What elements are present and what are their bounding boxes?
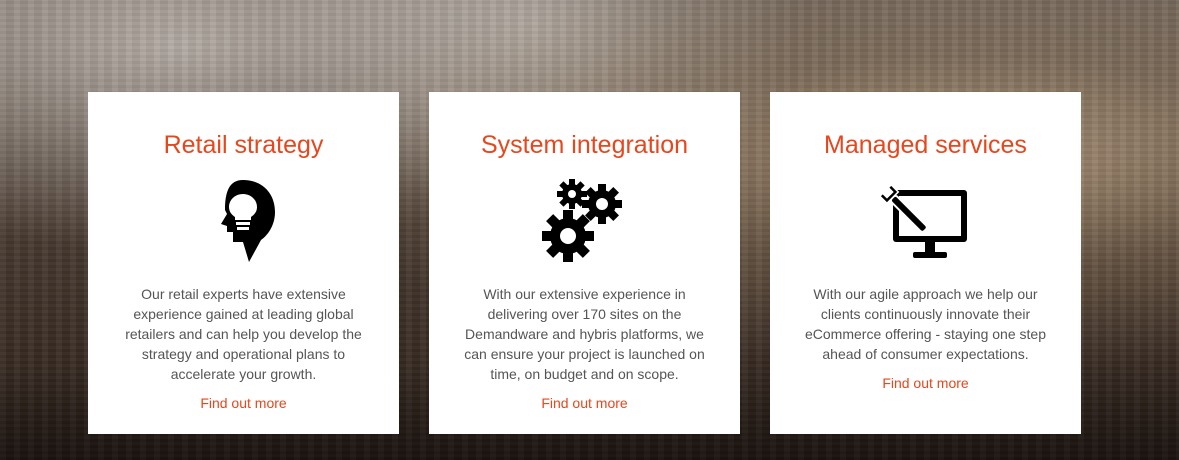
- find-out-more-link[interactable]: Find out more: [541, 393, 627, 413]
- card-title: System integration: [480, 131, 689, 159]
- card-description: With our extensive experience in deliver…: [464, 286, 705, 382]
- service-card-system-integration: System integration With our extensive ex…: [429, 92, 740, 434]
- head-lightbulb-icon: [220, 180, 275, 262]
- find-out-more-link[interactable]: Find out more: [882, 373, 968, 393]
- find-out-more-link[interactable]: Find out more: [200, 393, 286, 413]
- card-title: Managed services: [824, 131, 1027, 159]
- card-title: Retail strategy: [163, 131, 324, 159]
- service-card-retail-strategy: Retail strategy Our retail experts have …: [88, 92, 399, 434]
- service-card-managed-services: Managed services With our agile approach…: [770, 92, 1081, 434]
- monitor-wrench-icon: [880, 183, 967, 258]
- card-description: With our agile approach we help our clie…: [805, 286, 1046, 362]
- gears-icon: [541, 179, 622, 262]
- card-description: Our retail experts have extensive experi…: [125, 286, 362, 382]
